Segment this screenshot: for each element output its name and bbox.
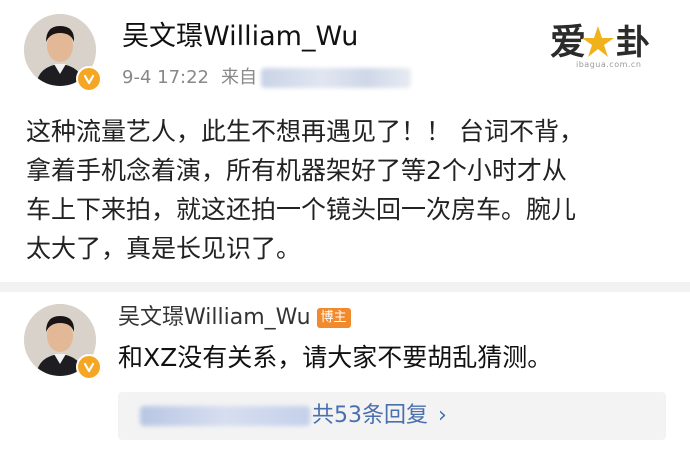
host-badge: 博主 xyxy=(316,308,351,328)
post-body-line: 这种流量艺人，此生不想再遇见了！！ 台词不背， xyxy=(26,117,584,146)
post-meta: 9-4 17:22 来自 xyxy=(122,66,411,90)
post-body: 这种流量艺人，此生不想再遇见了！！ 台词不背， 拿着手机念着演，所有机器架好了等… xyxy=(26,112,666,268)
verified-v-icon xyxy=(76,354,102,380)
post-body-line: 车上下来拍，就这还拍一个镜头回一次房车。腕儿 xyxy=(26,195,577,224)
blurred-replier-names xyxy=(140,406,310,426)
svg-text:卦: 卦 xyxy=(616,23,650,63)
view-replies-link[interactable]: 共53条回复 › xyxy=(312,400,447,432)
comment-author-name[interactable]: 吴文璟William_Wu 博主 xyxy=(118,304,351,332)
post-source-prefix: 来自 xyxy=(221,67,257,88)
svg-text:爱: 爱 xyxy=(550,21,586,63)
comment-author-text[interactable]: 吴文璟William_Wu xyxy=(118,305,311,330)
post-body-line: 拿着手机念着演，所有机器架好了等2个小时才从 xyxy=(26,156,567,185)
chevron-right-icon: › xyxy=(438,403,447,428)
post-author-name[interactable]: 吴文璟William_Wu xyxy=(122,20,358,54)
replies-count-text[interactable]: 共53条回复 xyxy=(312,403,428,428)
verified-v-icon xyxy=(76,66,102,92)
watermark-logo: 爱 卦 ibagua.com.cn xyxy=(546,12,668,74)
post-body-line: 太大了，真是长见识了。 xyxy=(26,234,302,263)
comment-text: 和XZ没有关系，请大家不要胡乱猜测。 xyxy=(118,343,553,372)
watermark-url: ibagua.com.cn xyxy=(576,60,642,69)
replies-bar[interactable]: 共53条回复 › xyxy=(118,392,666,440)
section-divider xyxy=(0,282,690,292)
blurred-source-device xyxy=(261,68,411,88)
post-time: 9-4 17:22 xyxy=(122,67,209,88)
